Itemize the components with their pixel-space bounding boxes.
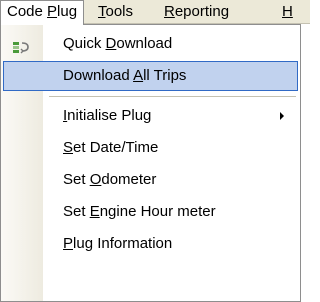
set-odometer-post: dometer	[101, 171, 157, 188]
menu-help-key: H	[282, 3, 293, 20]
set-date-time-post: et Date/Time	[73, 139, 159, 156]
plug-information-post: lug Information	[73, 235, 173, 252]
menu-code-plug[interactable]: Code Plug	[0, 0, 85, 25]
menu-code-plug-post: lug	[57, 3, 78, 20]
menu-item-initialise-plug-label: Initialise Plug	[63, 101, 151, 131]
menu-item-quick-download-label: Quick Download	[63, 29, 172, 59]
menu-code-plug-pre: Code	[7, 3, 48, 20]
download-all-trips-post: ll Trips	[143, 67, 187, 84]
initialise-plug-post: nitialise Plug	[67, 107, 152, 124]
set-odometer-pre: Set	[63, 171, 90, 188]
menu-item-set-engine-hour-meter-label: Set Engine Hour meter	[63, 197, 216, 227]
quick-download-icon	[11, 36, 33, 54]
plug-information-key: P	[63, 235, 74, 252]
menu-item-set-odometer-label: Set Odometer	[63, 165, 156, 195]
set-odometer-key: O	[89, 171, 102, 188]
set-engine-hour-meter-pre: Set	[63, 203, 90, 220]
menu-code-plug-key: P	[47, 3, 58, 20]
download-all-trips-key: A	[133, 67, 144, 84]
menu-reporting-post: eporting	[174, 3, 230, 20]
menu-item-plug-information-label: Plug Information	[63, 229, 172, 259]
download-all-trips-pre: Download	[63, 67, 134, 84]
menu-reporting-key: R	[164, 3, 175, 20]
menu-item-quick-download[interactable]: Quick Download	[3, 29, 298, 59]
menu-separator	[49, 96, 296, 97]
menu-item-plug-information[interactable]: Plug Information	[3, 229, 298, 259]
menu-tools-post: ools	[105, 3, 134, 20]
set-engine-hour-meter-key: E	[89, 203, 100, 220]
menu-help[interactable]: H	[276, 0, 299, 24]
menu-item-set-odometer[interactable]: Set Odometer	[3, 165, 298, 195]
menu-tools-key: T	[98, 3, 106, 20]
quick-download-post: ownload	[116, 35, 173, 52]
menu-reporting[interactable]: Reporting	[158, 0, 235, 24]
menu-item-set-engine-hour-meter[interactable]: Set Engine Hour meter	[3, 197, 298, 227]
submenu-arrow-icon	[280, 112, 284, 120]
menu-bar: Code Plug Tools Reporting H	[0, 0, 310, 25]
menu-tools[interactable]: Tools	[92, 0, 139, 24]
menu-item-initialise-plug[interactable]: Initialise Plug	[3, 101, 298, 131]
menu-item-download-all-trips-label: Download All Trips	[63, 62, 186, 90]
set-date-time-key: S	[63, 139, 74, 156]
menu-item-download-all-trips[interactable]: Download All Trips	[3, 61, 298, 91]
set-engine-hour-meter-post: ngine Hour meter	[99, 203, 216, 220]
menu-item-set-date-time-label: Set Date/Time	[63, 133, 158, 163]
quick-download-pre: Quick	[63, 35, 106, 52]
menu-item-set-date-time[interactable]: Set Date/Time	[3, 133, 298, 163]
code-plug-dropdown: Quick Download Download All Trips Initia…	[0, 24, 301, 302]
quick-download-key: D	[105, 35, 117, 52]
